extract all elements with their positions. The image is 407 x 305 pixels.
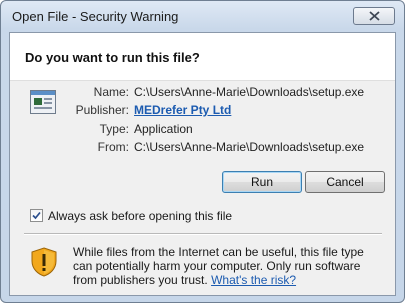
shield-warning-icon [31,247,57,277]
type-value: Application [134,122,193,136]
publisher-label: Publisher: [75,103,129,117]
checkmark-icon [32,211,41,220]
cancel-button[interactable]: Cancel [305,171,385,193]
run-button[interactable]: Run [222,171,302,193]
close-icon [369,11,380,21]
window-title: Open File - Security Warning [12,9,179,24]
name-label: Name: [93,85,129,99]
type-label: Type: [99,122,129,136]
publisher-link[interactable]: MEDrefer Pty Ltd [134,103,231,117]
from-label: From: [97,140,129,154]
name-value: C:\Users\Anne-Marie\Downloads\setup.exe [134,85,365,99]
warning-message: While files from the Internet can be use… [73,245,373,287]
always-ask-label[interactable]: Always ask before opening this file [48,209,232,223]
header-band: Do you want to run this file? [10,33,395,81]
close-button[interactable] [353,7,395,25]
divider [24,233,382,235]
security-warning-dialog: Open File - Security Warning Do you want… [0,0,405,303]
dialog-question: Do you want to run this file? [25,50,200,65]
title-bar[interactable]: Open File - Security Warning [1,1,404,31]
whats-the-risk-link[interactable]: What's the risk? [211,273,296,287]
always-ask-checkbox[interactable] [30,209,43,222]
from-value: C:\Users\Anne-Marie\Downloads\setup.exe [134,140,365,154]
dialog-body: Do you want to run this file? Name: C:\U… [9,32,396,296]
